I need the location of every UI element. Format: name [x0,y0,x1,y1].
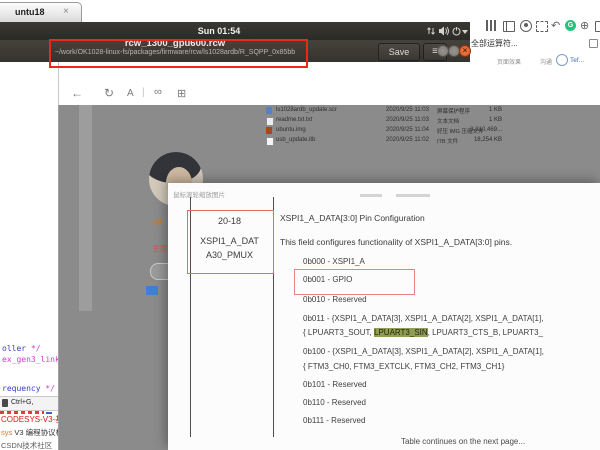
zoom-in-icon[interactable]: ⊕ [580,19,589,32]
option-0b010: 0b010 - Reserved [303,295,367,304]
layout-icon[interactable]: ⊞ [177,87,186,100]
grammarly-icon[interactable]: G [565,20,576,31]
find-bar[interactable]: Ctrl+G, [0,396,58,411]
undo-icon[interactable]: ↶ [551,19,560,32]
option-0b011-line1: 0b011 - {XSPI1_A_DATA[3], XSPI1_A_DATA[2… [303,314,543,323]
file-date: 2020/9/25 11:03 [386,117,429,123]
file-row[interactable]: usb_update.itb 2020/9/25 11:02 ITB 文件 18… [260,136,510,146]
option-0b110: 0b110 - Reserved [303,398,366,407]
file-row[interactable]: readme.txt.txt 2020/9/25 11:03 文本文档 1 KB [260,116,510,126]
option-0b011-line2: { LPUART3_SOUT, LPUART3_SIN, LPUART3_CTS… [303,328,543,337]
option-0b111: 0b111 - Reserved [303,416,365,425]
profile-username[interactable]: djt [152,217,162,226]
close-button[interactable]: × [459,45,471,57]
link-icon[interactable]: ∞ [154,86,162,98]
script-file-icon [266,107,272,114]
option-0b101: 0b101 - Reserved [303,380,367,389]
back-icon[interactable]: ← [71,86,83,100]
find-shortcut-label: Ctrl+G, [11,399,33,406]
highlighted-lpuart3-sin: LPUART3_SIN [374,328,428,337]
tiny-link-1[interactable]: 页面效果 [497,57,521,66]
field-title: XSPI1_A_DATA[3:0] Pin Configuration [280,213,425,223]
save-button[interactable]: Save [378,43,420,61]
code-line: oller */ [2,344,41,353]
file-size: 3,310,469... [458,127,502,133]
sidebar-icon[interactable] [503,21,515,32]
option-0b001: 0b001 - GPIO [303,275,352,284]
register-name-line1: XSPI1_A_DAT [187,236,272,246]
screenshot-icon[interactable] [536,21,548,32]
power-icon[interactable] [452,26,461,36]
font-size-icon[interactable]: A [127,88,134,99]
bookmark-item[interactable]: 全部运算符... [471,38,518,49]
link-codesys-basics[interactable]: CODESYS-V3-基础 [1,414,58,425]
file-row[interactable]: ubuntu.img 2020/9/25 11:04 好压 IMG 压缩文件 3… [260,126,510,136]
image-lightbox: 鼠标滚轮缩放图片 20-18 XSPI1_A_DAT A30_PMUX XSPI… [168,183,600,450]
message-icon[interactable] [146,286,158,295]
page-scrollbar-track[interactable] [79,105,92,311]
link-codesys-protocol[interactable]: sys V3 编程协议栈 [1,427,58,438]
register-bits: 20-18 [187,216,272,226]
itb-file-icon [266,137,274,146]
find-icon [2,399,8,407]
link-csdn-community[interactable]: CSDN技术社区 [1,440,52,450]
viewer-toolbar: ← ↻ A | ∞ ⊞ [58,62,600,105]
file-date: 2020/9/25 11:02 [386,137,429,143]
tiny-link-3[interactable]: Tef... [570,57,584,64]
vm-tab-label: untu18 [15,7,45,17]
profile-home-link[interactable]: 主页 [152,243,167,254]
option-0b100-line1: 0b100 - {XSPI1_A_DATA[3], XSPI1_A_DATA[2… [303,347,544,356]
vm-tab-close-icon[interactable]: × [63,6,69,17]
file-size: 18,254 KB [458,137,502,143]
refresh-icon[interactable]: ↻ [104,86,114,100]
code-editor-column: oller */ ex_gen3_link_ requency */ Ctrl+… [0,62,58,450]
file-size: 1 KB [458,107,502,113]
screen: oller */ ex_gen3_link_ requency */ Ctrl+… [0,0,600,450]
cropped-text-remnant [396,194,430,197]
field-description: This field configures functionality of X… [280,237,512,247]
toolbar-divider: | [142,87,145,98]
panel-clock[interactable]: Sun 01:54 [176,26,262,36]
clipped-toolbar-icon[interactable] [595,21,600,32]
option-0b000: 0b000 - XSPI1_A [303,257,365,266]
account-icon[interactable] [520,20,532,32]
tiny-link-2[interactable]: 沟通 [540,57,552,66]
code-line: requency */ [2,384,55,393]
zoomable-table-image[interactable]: 20-18 XSPI1_A_DAT A30_PMUX XSPI1_A_DATA[… [168,193,600,450]
file-type: 文本文档 [437,117,459,125]
file-type: ITB 文件 [437,137,458,145]
bookmark-overflow-icon[interactable] [589,39,598,48]
volume-icon[interactable] [439,26,450,36]
file-row[interactable]: ls1028ardb_update.scr 2020/9/25 11:03 屏幕… [260,106,510,116]
file-size: 1 KB [458,117,502,123]
disk-image-file-icon [266,127,272,134]
table-continues-note: Table continues on the next page... [348,437,578,446]
file-name: ls1028ardb_update.scr [276,107,337,113]
option-0b100-line2: { FTM3_CH0, FTM3_EXTCLK, FTM3_CH2, FTM3_… [303,362,504,371]
file-date: 2020/9/25 11:04 [386,127,429,133]
cropped-text-remnant [360,194,382,197]
network-icon[interactable] [427,26,436,36]
red-annotation-rectangle [49,39,308,68]
code-line: ex_gen3_link_ [2,355,58,364]
stamp-badge-icon [556,54,568,66]
register-name-line2: A30_PMUX [187,250,272,260]
file-name: usb_update.itb [276,137,315,143]
text-file-icon [266,117,274,126]
file-name: readme.txt.txt [276,117,312,123]
vm-tab-ubuntu18[interactable]: untu18 × [0,2,82,23]
library-icon[interactable] [486,20,496,31]
file-name: ubuntu.img [276,127,306,133]
chevron-down-icon[interactable] [462,30,468,34]
file-date: 2020/9/25 11:03 [386,107,429,113]
